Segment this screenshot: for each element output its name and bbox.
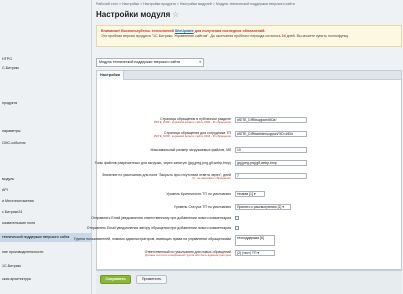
sidebar-item[interactable]: НТРG — [0, 55, 92, 64]
notice-text: Это пробная версия продукта "1С-Битрикс:… — [101, 34, 282, 38]
default-responsible-select[interactable]: (2) (тест) ТП ▾ — [235, 250, 275, 256]
criticality-value: Низкая [1] — [237, 192, 253, 196]
field-hint: (0 - не закрывать обращение) — [192, 176, 231, 180]
field-label: Уровень Критичности ТП по умолчанию — [166, 192, 231, 196]
notice-line2: Это пробная версия продукта "1С-Битрикс:… — [101, 34, 397, 39]
save-button[interactable]: Сохранить — [100, 275, 131, 284]
criticality-select[interactable]: Низкая [1] ▾ — [235, 191, 265, 197]
notify-author-checkbox[interactable] — [235, 226, 239, 230]
staff-page-input[interactable]: #SITE_DIR#admin/support/?ID=#ID# — [235, 131, 307, 137]
notice-text: Внимание! Воспользуйтесь технологией — [101, 29, 175, 33]
sidebar-item[interactable]: продукта — [0, 99, 92, 108]
auto-close-days-input[interactable]: 7 — [235, 173, 307, 179]
field-label: Группа пользователей, помимо администрат… — [73, 237, 231, 241]
field-label: Отправлять Email уведомления автору обра… — [86, 226, 231, 230]
siteupdate-link[interactable]: SiteUpdate — [175, 29, 194, 33]
main-content: Рабочий стол > Настройки > Настройки про… — [74, 0, 403, 294]
field-hint: #SITE_DIR# - корневой каталог сайта, #ID… — [153, 120, 231, 124]
field-label: Ответственный по умолчанию для новых обр… — [51, 250, 231, 257]
field-label: Отправлять Email уведомления ответственн… — [91, 216, 231, 220]
sidebar-item[interactable]: ская архитектура — [0, 275, 92, 284]
chevron-down-icon: ▾ — [253, 192, 256, 196]
field-label: Уровень Статуса ТП по умолчанию — [173, 205, 231, 209]
notify-responsible-checkbox[interactable] — [235, 216, 239, 220]
tab-bar: Настройки — [96, 70, 402, 80]
star-icon[interactable]: ☆ — [172, 10, 179, 19]
notice-text: для получения последних обновлений. — [193, 29, 266, 33]
file-types-input[interactable]: jpg,jpeg,png,gif,webp,bmp — [235, 160, 307, 166]
page-title: Настройки модуля — [96, 10, 171, 19]
status-select[interactable]: Принято к рассмотрению [1] ▾ — [235, 204, 291, 210]
chevron-down-icon: ▾ — [257, 251, 260, 255]
field-label: Значение по умолчанию для поля "Закрыть … — [51, 173, 231, 180]
public-page-input[interactable]: #SITE_DIR#support/#ID#/ — [235, 117, 307, 123]
notice-text: дней. Вы можете купить полнофункц — [285, 34, 349, 38]
status-value: Принято к рассмотрению [1] — [237, 205, 282, 209]
tab-settings[interactable]: Настройки — [97, 71, 124, 80]
responsible-value: (2) (тест) ТП — [237, 251, 257, 255]
module-select[interactable]: Модуль технической поддержки тверского с… — [96, 58, 204, 67]
module-select-value: Модуль технической поддержки тверского с… — [99, 60, 180, 64]
field-hint: #SITE_DIR# - корневой каталог сайта, #ID… — [153, 134, 231, 138]
field-hint: Должен состоять в выбранной группе или б… — [145, 253, 231, 257]
notice-box: Внимание! Воспользуйтесь технологией Sit… — [96, 25, 402, 47]
field-label: Страница обращения для сотрудника ТП #SIT… — [51, 131, 231, 138]
admin-group-multiselect[interactable]: техподдержка [6] — [235, 235, 275, 246]
field-label: Максимальный размер загружаемых файлов, … — [150, 148, 231, 152]
sidebar-item[interactable]: С-Битрикс — [0, 64, 92, 73]
chevron-down-icon: ▾ — [199, 60, 201, 64]
field-label: Типы файлов разрешенных для загрузки, че… — [94, 161, 231, 165]
max-file-size-input[interactable]: 10 — [235, 147, 307, 153]
chevron-down-icon: ▾ — [282, 205, 284, 209]
sidebar-item[interactable]: СМС-события — [0, 139, 92, 148]
settings-form: Страница обращения в публичном разделе #S… — [74, 80, 402, 270]
field-label: Страница обращения в публичном разделе #S… — [51, 117, 231, 124]
sidebar-item[interactable]: 1С-Битрикс — [0, 262, 92, 271]
apply-button[interactable]: Применить — [136, 275, 167, 284]
breadcrumb[interactable]: Рабочий стол > Настройки > Настройки про… — [96, 2, 295, 6]
form-footer: Сохранить Применить — [96, 270, 402, 294]
